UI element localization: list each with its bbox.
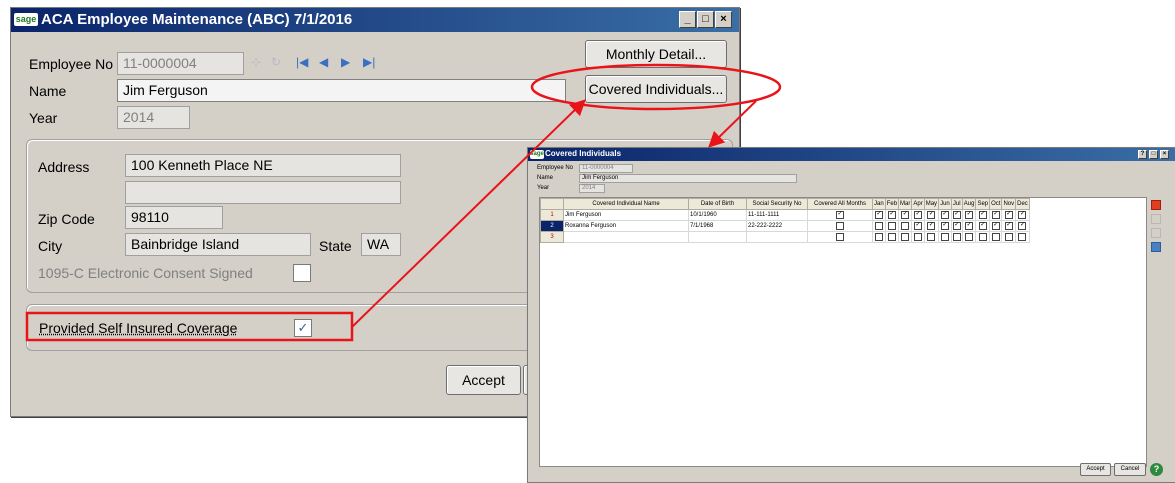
- annotation-arrow: [708, 100, 757, 148]
- annotation-arrow: [351, 99, 586, 328]
- highlight-ellipse: [530, 63, 782, 111]
- annotation-overlay: [25, 63, 782, 342]
- highlight-rectangle: [25, 311, 354, 342]
